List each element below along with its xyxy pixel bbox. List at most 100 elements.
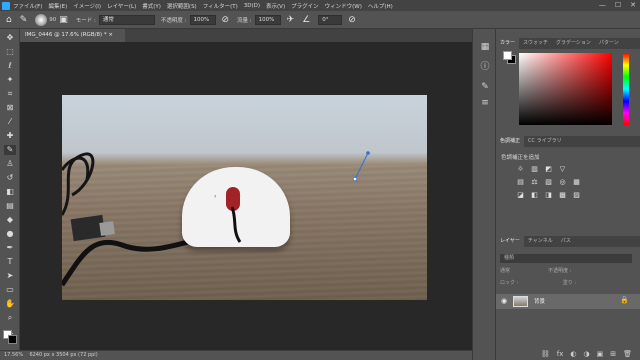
home-icon[interactable]: ⌂ [6, 15, 12, 25]
menu-filter[interactable]: フィルター(T) [203, 2, 238, 10]
blur-icon[interactable]: ◆ [4, 215, 16, 225]
tab-close-icon[interactable]: × [108, 32, 113, 38]
threshold-icon[interactable]: ◨ [544, 191, 553, 200]
vibrance-icon[interactable]: ▽ [558, 165, 567, 174]
menu-plugins[interactable]: プラグイン [291, 2, 319, 10]
properties-panel-icon[interactable]: ≡ [479, 97, 491, 109]
tab-patterns[interactable]: パターン [595, 38, 623, 49]
hand-icon[interactable]: ✋ [4, 299, 16, 309]
hue-saturation-icon[interactable]: ▤ [516, 178, 525, 187]
selective-color-icon[interactable]: ▨ [572, 191, 581, 200]
new-layer-icon[interactable]: ⊞ [610, 350, 616, 358]
rectangle-icon[interactable]: ▭ [4, 285, 16, 295]
brush-preview-icon[interactable] [35, 13, 48, 26]
pressure-opacity-icon[interactable]: ⊘ [222, 15, 230, 25]
color-balance-icon[interactable]: ⚖ [530, 178, 539, 187]
curves-icon[interactable]: ◩ [544, 165, 553, 174]
menu-view[interactable]: 表示(V) [266, 2, 285, 10]
invert-icon[interactable]: ◪ [516, 191, 525, 200]
layer-row-background[interactable]: ◉ 背景 🔒 [496, 294, 640, 309]
document-photo[interactable]: ‹› [62, 95, 427, 300]
link-layers-icon[interactable]: ⛓ [541, 350, 550, 358]
close-icon[interactable]: ✕ [630, 1, 636, 9]
brightness-icon[interactable]: ☼ [516, 165, 525, 174]
angle-field[interactable]: 0° [318, 14, 343, 25]
clone-stamp-icon[interactable]: ♙ [4, 159, 16, 169]
group-icon[interactable]: ▣ [597, 350, 604, 358]
tab-adjustments[interactable]: 色調補正 [496, 136, 525, 147]
quick-select-icon[interactable]: ✦ [4, 75, 16, 85]
pressure-size-icon[interactable]: ⊘ [348, 15, 356, 25]
lock-icon[interactable]: 🔒 [620, 296, 629, 304]
move-icon[interactable]: ✥ [4, 33, 16, 43]
menu-type[interactable]: 書式(Y) [142, 2, 161, 10]
eyedropper-icon[interactable]: ⁄ [4, 117, 16, 127]
layer-name: 背景 [534, 299, 546, 305]
photo-filter-icon[interactable]: ◎ [558, 178, 567, 187]
flow-field[interactable]: 100% [254, 14, 281, 25]
background-color-swatch[interactable] [8, 335, 17, 344]
layer-style-icon[interactable]: fx [557, 350, 564, 358]
healing-icon[interactable]: ✚ [4, 131, 16, 141]
lasso-icon[interactable]: ℓ [4, 61, 16, 71]
pen-icon[interactable]: ✒ [4, 243, 16, 253]
info-panel-icon[interactable]: ⓘ [479, 61, 491, 73]
zoom-icon[interactable]: ⌕ [4, 313, 16, 323]
menu-help[interactable]: ヘルプ(H) [368, 2, 393, 10]
history-panel-icon[interactable]: ▦ [479, 41, 491, 53]
tab-swatches[interactable]: スウォッチ [519, 38, 552, 49]
minimize-icon[interactable]: — [599, 1, 606, 9]
angle-icon: ∠ [302, 14, 311, 25]
type-icon[interactable]: T [4, 257, 16, 267]
frame-icon[interactable]: ⊠ [4, 103, 16, 113]
tab-cc-libraries[interactable]: CC ライブラリ [524, 136, 566, 147]
menu-image[interactable]: イメージ(I) [73, 2, 101, 10]
tab-gradients[interactable]: グラデーション [552, 38, 595, 49]
document-tab[interactable]: IMG_0446 @ 17.6% (RGB/8) * × [20, 29, 125, 42]
menu-select[interactable]: 選択範囲(S) [167, 2, 197, 10]
tab-paths[interactable]: パス [557, 236, 575, 247]
gradient-icon[interactable]: ▤ [4, 201, 16, 211]
brush-icon[interactable]: ✎ [4, 145, 16, 155]
visibility-eye-icon[interactable]: ◉ [501, 297, 507, 305]
zoom-level[interactable]: 17.56% [4, 352, 23, 358]
path-select-icon[interactable]: ➤ [4, 271, 16, 281]
levels-icon[interactable]: ▥ [530, 165, 539, 174]
channel-mixer-icon[interactable]: ▦ [572, 178, 581, 187]
marquee-icon[interactable]: ⬚ [4, 47, 16, 57]
crop-icon[interactable]: ⌗ [4, 89, 16, 99]
posterize-icon[interactable]: ◧ [530, 191, 539, 200]
airbrush-icon[interactable]: ✈ [287, 15, 295, 25]
tab-layers[interactable]: レイヤー [496, 236, 524, 247]
hue-slider[interactable] [623, 53, 629, 125]
black-white-icon[interactable]: ▧ [544, 178, 553, 187]
layer-kind-filter[interactable]: 種類 [500, 254, 632, 263]
brush-settings-icon[interactable]: ▣ [59, 15, 68, 25]
menu-edit[interactable]: 編集(E) [48, 2, 67, 10]
layer-mask-icon[interactable]: ◐ [570, 350, 576, 358]
layer-lock-row: ロック : 塗り : [500, 279, 632, 288]
brushes-panel-icon[interactable]: ✎ [479, 81, 491, 93]
mode-label: モード : [75, 17, 96, 24]
delete-layer-icon[interactable]: 🗑 [623, 350, 632, 358]
adjustment-layer-icon[interactable]: ◑ [584, 350, 590, 358]
history-brush-icon[interactable]: ↺ [4, 173, 16, 183]
panel-foreground-swatch[interactable] [503, 51, 512, 60]
brush-tool-preset-icon[interactable]: ✎ [20, 15, 28, 25]
maximize-icon[interactable]: ☐ [615, 1, 621, 9]
tab-color[interactable]: カラー [496, 38, 520, 49]
gradient-map-icon[interactable]: ▩ [558, 191, 567, 200]
menu-layer[interactable]: レイヤー(L) [107, 2, 136, 10]
color-picker-field[interactable] [519, 53, 612, 125]
tab-channels[interactable]: チャンネル [524, 236, 557, 247]
blend-mode-select[interactable]: 通常 [500, 268, 510, 274]
mode-select[interactable]: 通常 [98, 14, 155, 25]
canvas-area[interactable]: ‹› [20, 42, 472, 350]
menu-window[interactable]: ウィンドウ(W) [325, 2, 362, 10]
opacity-field[interactable]: 100% [189, 14, 216, 25]
eraser-icon[interactable]: ◧ [4, 187, 16, 197]
document-dimensions[interactable]: 6240 px x 3504 px (72 ppi) [29, 352, 97, 358]
menu-file[interactable]: ファイル(F) [13, 2, 42, 10]
dodge-icon[interactable]: ● [4, 229, 16, 239]
menu-3d[interactable]: 3D(D) [244, 3, 260, 9]
